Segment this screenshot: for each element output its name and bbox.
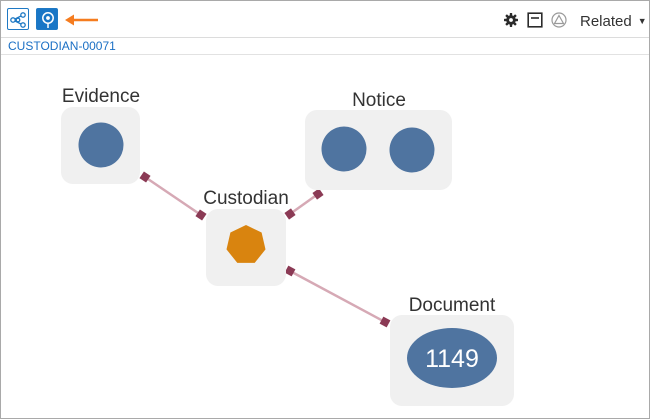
node-label-document: Document <box>409 295 496 316</box>
layout-panel-icon[interactable] <box>527 12 543 28</box>
edge-custodian-document[interactable] <box>284 265 391 328</box>
node-label-evidence: Evidence <box>62 86 140 107</box>
relationship-graph: Evidence Notice Custodian 1149 Document <box>61 86 514 406</box>
network-graph-icon <box>10 12 26 28</box>
notice-circle <box>389 127 435 173</box>
node-label-custodian: Custodian <box>203 188 289 209</box>
node-evidence[interactable]: Evidence <box>61 86 140 184</box>
graph-window: Related ▼ CUSTODIAN-00071 Evidence Notic… <box>0 0 650 419</box>
notice-circle <box>321 126 367 172</box>
evidence-circle <box>78 122 124 168</box>
node-label-notice: Notice <box>352 90 406 111</box>
shape-warning-icon[interactable] <box>550 12 568 28</box>
location-pin-icon <box>42 12 54 28</box>
pointer-arrow-icon <box>65 14 98 26</box>
related-dropdown[interactable]: Related ▼ <box>580 12 647 30</box>
edge-custodian-evidence[interactable] <box>139 171 207 221</box>
document-count: 1149 <box>425 345 479 373</box>
breadcrumb[interactable]: CUSTODIAN-00071 <box>8 39 116 53</box>
related-label: Related <box>580 13 632 30</box>
chevron-down-icon: ▼ <box>637 16 647 26</box>
edge-custodian-notice[interactable] <box>284 188 324 220</box>
toolbar: Related ▼ <box>1 1 649 38</box>
node-custodian[interactable]: Custodian <box>203 188 289 286</box>
node-notice[interactable]: Notice <box>305 90 452 190</box>
node-document[interactable]: 1149 Document <box>390 295 514 406</box>
gear-icon[interactable] <box>503 12 519 28</box>
network-view-button[interactable] <box>7 8 29 30</box>
pin-view-button[interactable] <box>36 8 58 30</box>
